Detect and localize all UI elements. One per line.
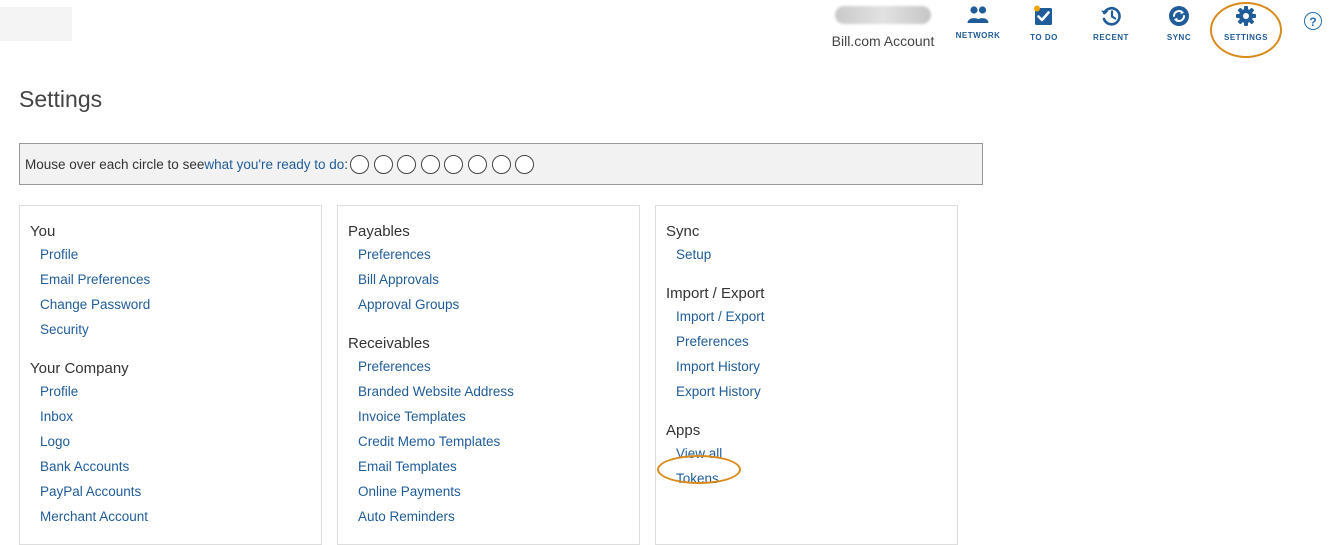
link-credit-memo-templates[interactable]: Credit Memo Templates: [348, 429, 639, 454]
link-online-payments[interactable]: Online Payments: [348, 479, 639, 504]
link-tokens[interactable]: Tokens: [666, 466, 957, 491]
nav-recent-label: RECENT: [1093, 33, 1129, 42]
sync-icon: [1169, 6, 1189, 26]
link-bill-approvals[interactable]: Bill Approvals: [348, 267, 639, 292]
link-bank-accounts[interactable]: Bank Accounts: [30, 454, 321, 479]
link-branded-website-address[interactable]: Branded Website Address: [348, 379, 639, 404]
section-title-receivables: Receivables: [348, 335, 430, 352]
link-import-history[interactable]: Import History: [666, 354, 957, 379]
link-security[interactable]: Security: [30, 317, 321, 342]
ready-circle[interactable]: [491, 154, 511, 174]
link-inbox[interactable]: Inbox: [30, 404, 321, 429]
ready-circle[interactable]: [373, 154, 393, 174]
link-apps-view-all[interactable]: View all: [666, 441, 957, 466]
ready-circle[interactable]: [515, 154, 535, 174]
section-title-payables: Payables: [348, 223, 410, 240]
ready-circle[interactable]: [444, 154, 464, 174]
section-title-you: You: [30, 223, 56, 240]
history-icon: [1101, 6, 1121, 26]
settings-panel-integrations: Sync Setup Import / Export Import / Expo…: [655, 205, 958, 545]
link-auto-reminders[interactable]: Auto Reminders: [348, 504, 639, 529]
link-payables-preferences[interactable]: Preferences: [348, 242, 639, 267]
ready-circle[interactable]: [350, 154, 370, 174]
nav-network-label: NETWORK: [955, 31, 1001, 40]
link-sync-setup[interactable]: Setup: [666, 242, 957, 267]
nav-todo-label: TO DO: [1030, 33, 1058, 42]
nav-todo-button[interactable]: TO DO: [1012, 5, 1076, 42]
link-receivables-preferences[interactable]: Preferences: [348, 354, 639, 379]
link-company-profile[interactable]: Profile: [30, 379, 321, 404]
section-title-sync: Sync: [666, 223, 700, 240]
ready-to-do-link[interactable]: what you're ready to do: [204, 157, 344, 172]
section-title-your-company: Your Company: [30, 360, 129, 377]
ready-circles: [350, 154, 539, 174]
nav-settings-button[interactable]: SETTINGS: [1214, 5, 1278, 42]
nav-sync-label: SYNC: [1166, 33, 1192, 42]
nav-sync-button[interactable]: SYNC: [1147, 5, 1211, 42]
link-import-export-preferences[interactable]: Preferences: [666, 329, 957, 354]
help-icon[interactable]: ?: [1304, 12, 1322, 30]
link-export-history[interactable]: Export History: [666, 379, 957, 404]
link-you-profile[interactable]: Profile: [30, 242, 321, 267]
people-icon: [967, 6, 989, 23]
settings-panel-personal: You Profile Email Preferences Change Pas…: [19, 205, 322, 545]
ready-prefix-text: Mouse over each circle to see: [25, 156, 205, 172]
ready-suffix-text: :: [344, 156, 349, 172]
account-switcher[interactable]: Bill.com Account: [822, 6, 944, 49]
section-title-import-export: Import / Export: [666, 285, 765, 302]
ready-circle[interactable]: [397, 154, 417, 174]
link-change-password[interactable]: Change Password: [30, 292, 321, 317]
account-name-blurred: [835, 6, 931, 24]
link-email-preferences[interactable]: Email Preferences: [30, 267, 321, 292]
nav-network-button[interactable]: NETWORK: [946, 5, 1010, 40]
link-paypal-accounts[interactable]: PayPal Accounts: [30, 479, 321, 504]
link-email-templates[interactable]: Email Templates: [348, 454, 639, 479]
link-import-export[interactable]: Import / Export: [666, 304, 957, 329]
link-approval-groups[interactable]: Approval Groups: [348, 292, 639, 317]
page-title: Settings: [19, 86, 103, 112]
gear-icon: [1236, 6, 1256, 26]
ready-circle[interactable]: [420, 154, 440, 174]
account-label: Bill.com Account: [831, 33, 935, 49]
company-logo-placeholder: [0, 7, 72, 41]
nav-settings-label: SETTINGS: [1223, 33, 1268, 42]
ready-to-do-bar: Mouse over each circle to see what you'r…: [19, 143, 983, 185]
ready-circle[interactable]: [468, 154, 487, 174]
section-title-apps: Apps: [666, 422, 701, 439]
link-merchant-account[interactable]: Merchant Account: [30, 504, 321, 529]
link-invoice-templates[interactable]: Invoice Templates: [348, 404, 639, 429]
checkbox-icon: [1034, 5, 1052, 25]
nav-recent-button[interactable]: RECENT: [1079, 5, 1143, 42]
settings-panel-payables-receivables: Payables Preferences Bill Approvals Appr…: [337, 205, 640, 545]
link-logo[interactable]: Logo: [30, 429, 321, 454]
